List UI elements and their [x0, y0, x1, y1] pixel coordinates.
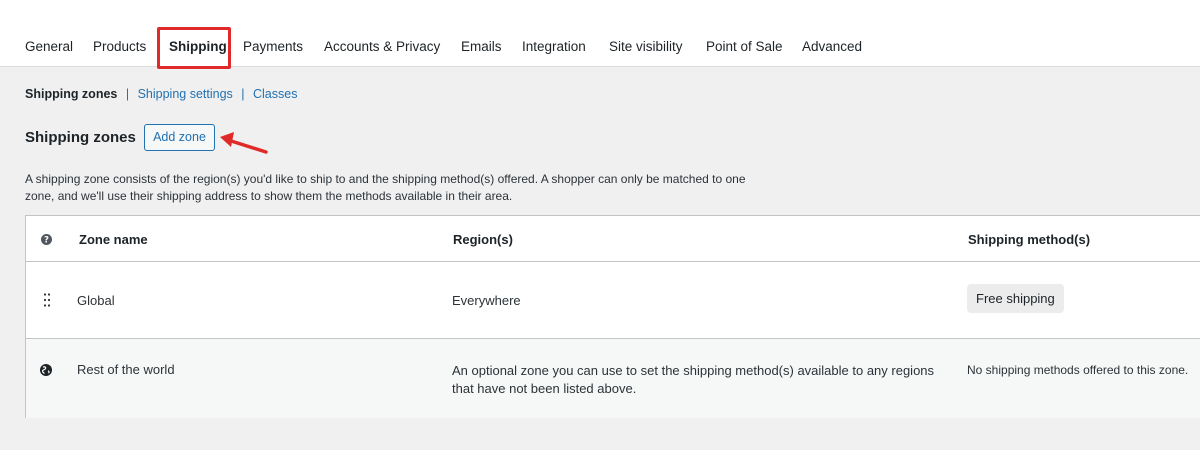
red-arrow-icon	[220, 132, 268, 154]
subnav-separator: |	[241, 87, 245, 101]
subnav-separator: |	[125, 87, 130, 101]
zone-name[interactable]: Global	[77, 293, 115, 308]
header-shipping-methods: Shipping method(s)	[968, 232, 1091, 247]
zone-methods-empty: No shipping methods offered to this zone…	[967, 363, 1189, 377]
tab-payments[interactable]: Payments	[243, 39, 303, 54]
tab-products[interactable]: Products	[93, 39, 146, 54]
table-header: ? Zone name Region(s) Shipping method(s)	[26, 216, 1200, 262]
tab-advanced[interactable]: Advanced	[802, 39, 862, 54]
drag-handle-icon[interactable]	[44, 293, 50, 307]
help-circle-icon[interactable]: ?	[41, 234, 52, 245]
table-row[interactable]: Rest of the world An optional zone you c…	[26, 339, 1200, 418]
zone-regions: Everywhere	[452, 293, 521, 308]
subnav-shipping-settings[interactable]: Shipping settings	[138, 87, 233, 101]
shipping-subnav: Shipping zones | Shipping settings | Cla…	[25, 87, 297, 101]
page-title: Shipping zones	[25, 129, 136, 146]
tab-site-visibility[interactable]: Site visibility	[609, 39, 683, 54]
shipping-tab-highlight	[157, 27, 231, 69]
shipping-method-badge[interactable]: Free shipping	[967, 284, 1064, 313]
tab-emails[interactable]: Emails	[461, 39, 502, 54]
zone-regions: An optional zone you can use to set the …	[452, 363, 935, 396]
section-description: A shipping zone consists of the region(s…	[25, 172, 746, 203]
tab-integration[interactable]: Integration	[522, 39, 586, 54]
tab-point-of-sale[interactable]: Point of Sale	[706, 39, 783, 54]
subnav-shipping-zones: Shipping zones	[25, 87, 118, 101]
globe-icon	[40, 364, 52, 376]
tab-general[interactable]: General	[25, 39, 73, 54]
tab-accounts-privacy[interactable]: Accounts & Privacy	[324, 39, 440, 54]
header-zone-name: Zone name	[79, 232, 148, 247]
shipping-zones-table: ? Zone name Region(s) Shipping method(s)…	[25, 215, 1200, 418]
zone-name: Rest of the world	[77, 362, 175, 377]
header-regions: Region(s)	[453, 232, 513, 247]
table-row[interactable]: Global Everywhere Free shipping	[26, 262, 1200, 339]
svg-text:?: ?	[44, 236, 49, 245]
subnav-classes[interactable]: Classes	[253, 87, 297, 101]
add-zone-button[interactable]: Add zone	[144, 124, 215, 151]
